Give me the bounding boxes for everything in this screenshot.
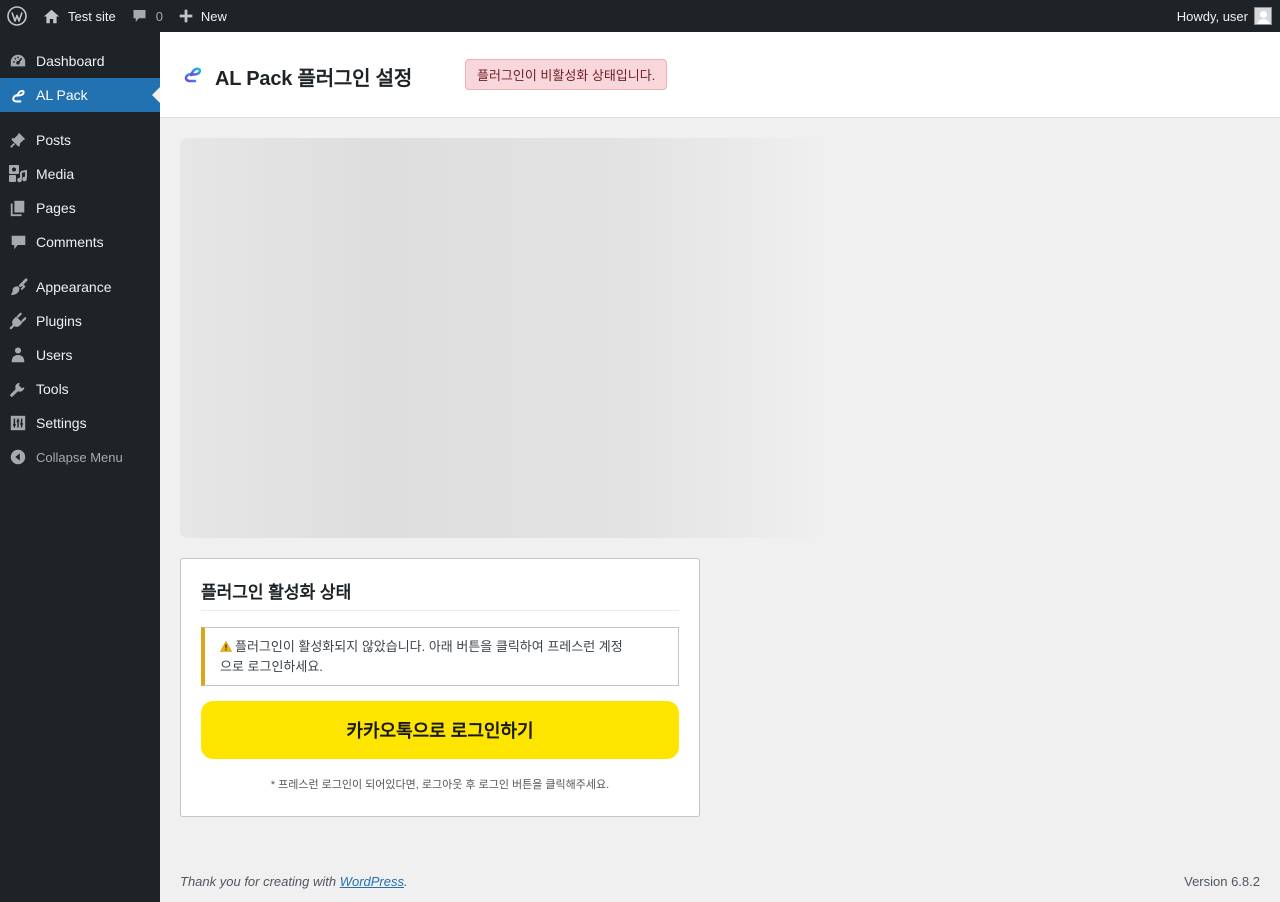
comment-count: 0 xyxy=(155,8,163,24)
sidebar-item-label: Pages xyxy=(36,200,76,216)
sidebar-item-plugins[interactable]: Plugins xyxy=(0,304,160,338)
sidebar-item-label: Settings xyxy=(36,415,87,431)
sidebar-item-tools[interactable]: Tools xyxy=(0,372,160,406)
wordpress-link[interactable]: WordPress xyxy=(340,874,404,889)
dashboard-icon xyxy=(8,51,28,71)
sidebar-item-label: AL Pack xyxy=(36,87,88,103)
wordpress-logo-button[interactable] xyxy=(0,0,34,32)
footer-thanks-suffix: . xyxy=(404,874,408,889)
sidebar-item-posts[interactable]: Posts xyxy=(0,123,160,157)
sidebar-item-comments[interactable]: Comments xyxy=(0,225,160,259)
home-icon xyxy=(43,9,60,23)
user-icon xyxy=(8,345,28,365)
footer-thanks: Thank you for creating with WordPress. xyxy=(180,874,408,889)
footer-thanks-prefix: Thank you for creating with xyxy=(180,874,340,889)
comments-link[interactable]: 0 xyxy=(124,0,171,32)
warning-icon xyxy=(219,638,233,657)
sidebar-item-label: Media xyxy=(36,166,75,182)
site-name-link[interactable]: Test site xyxy=(34,0,124,32)
sidebar-item-label: Plugins xyxy=(36,313,82,329)
wrench-icon xyxy=(8,379,28,399)
pushpin-icon xyxy=(8,130,28,150)
sidebar-item-label: Posts xyxy=(36,132,72,148)
collapse-menu-button[interactable]: Collapse Menu xyxy=(0,440,160,474)
notice-text-line1: 플러그인이 활성화되지 않았습니다. 아래 버튼을 클릭하여 프레스런 계정 xyxy=(235,639,623,654)
sidebar-item-al-pack[interactable]: AL Pack xyxy=(0,78,160,112)
warning-notice: 플러그인이 활성화되지 않았습니다. 아래 버튼을 클릭하여 프레스런 계정 으… xyxy=(201,627,679,686)
card-divider xyxy=(201,610,679,611)
settings-icon xyxy=(8,413,28,433)
sidebar-item-media[interactable]: Media xyxy=(0,157,160,191)
sidebar-item-label: Dashboard xyxy=(36,53,105,69)
plugin-header: AL Pack 플러그인 설정 플러그인이 비활성화 상태입니다. xyxy=(160,32,1280,118)
howdy-label: Howdy, user xyxy=(1176,8,1248,24)
sidebar-item-label: Appearance xyxy=(36,279,112,295)
collapse-menu-label: Collapse Menu xyxy=(36,449,123,465)
card-title: 플러그인 활성화 상태 xyxy=(201,583,352,602)
paintbrush-icon xyxy=(8,277,28,297)
sidebar-item-users[interactable]: Users xyxy=(0,338,160,372)
collapse-arrow-icon xyxy=(8,447,28,467)
wordpress-logo-icon xyxy=(7,6,27,26)
page-title: AL Pack 플러그인 설정 xyxy=(215,68,413,90)
notice-text-line2: 으로 로그인하세요. xyxy=(220,659,323,674)
sidebar-item-label: Users xyxy=(36,347,73,363)
loading-skeleton xyxy=(180,138,830,538)
activation-status-card: 플러그인 활성화 상태 플러그인이 활성화되지 않았습니다. 아래 버튼을 클릭… xyxy=(180,558,700,817)
site-name-label: Test site xyxy=(68,8,116,24)
new-content-button[interactable]: New xyxy=(171,0,235,32)
my-account-menu[interactable]: Howdy, user xyxy=(1169,0,1280,32)
menu-separator xyxy=(0,112,160,123)
admin-bar: Test site 0 New Howdy, user xyxy=(0,0,1280,32)
sidebar-item-appearance[interactable]: Appearance xyxy=(0,270,160,304)
footer-version: Version 6.8.2 xyxy=(1184,874,1260,889)
al-pack-logo-icon xyxy=(183,65,203,86)
login-note: * 프레스런 로그인이 되어있다면, 로그아웃 후 로그인 버튼을 클릭해주세요… xyxy=(270,779,610,791)
admin-sidebar: Dashboard AL Pack Posts Media Pages Comm… xyxy=(0,32,160,902)
sidebar-item-settings[interactable]: Settings xyxy=(0,406,160,440)
sidebar-item-pages[interactable]: Pages xyxy=(0,191,160,225)
sidebar-item-label: Tools xyxy=(36,381,69,397)
comment-icon xyxy=(8,232,28,252)
plus-icon xyxy=(179,9,193,23)
menu-separator xyxy=(0,259,160,270)
al-pack-icon xyxy=(8,85,28,105)
new-label: New xyxy=(200,8,227,24)
media-icon xyxy=(8,164,28,184)
sidebar-item-dashboard[interactable]: Dashboard xyxy=(0,44,160,78)
plugin-icon xyxy=(8,311,28,331)
avatar xyxy=(1254,7,1272,25)
status-badge: 플러그인이 비활성화 상태입니다. xyxy=(465,59,668,90)
pages-icon xyxy=(8,198,28,218)
sidebar-item-label: Comments xyxy=(36,234,104,250)
kakao-login-button[interactable]: 카카오톡으로 로그인하기 xyxy=(201,701,679,759)
comment-icon xyxy=(133,10,146,22)
